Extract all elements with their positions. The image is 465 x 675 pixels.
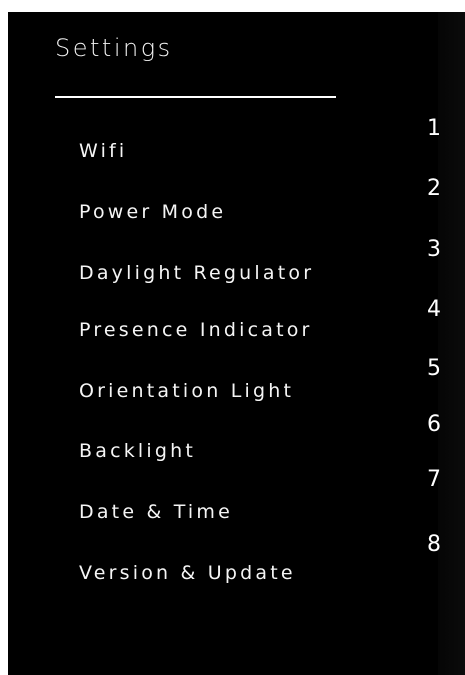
menu-item-date-time[interactable]: Date & Time — [79, 501, 233, 523]
index-label-6: 6 — [427, 412, 441, 437]
index-label-2: 2 — [427, 176, 441, 201]
menu-item-backlight[interactable]: Backlight — [79, 440, 196, 462]
index-label-3: 3 — [427, 237, 441, 262]
menu-item-daylight-regulator[interactable]: Daylight Regulator — [79, 262, 314, 284]
index-label-7: 7 — [427, 467, 441, 492]
menu-item-orientation-light[interactable]: Orientation Light — [79, 380, 294, 402]
menu-item-wifi[interactable]: Wifi — [79, 140, 127, 162]
index-label-4: 4 — [427, 297, 441, 322]
index-label-5: 5 — [427, 356, 441, 381]
menu-item-presence-indicator[interactable]: Presence Indicator — [79, 319, 313, 341]
settings-title: Settings — [55, 34, 173, 62]
menu-item-version-update[interactable]: Version & Update — [79, 562, 296, 584]
right-strip — [438, 12, 465, 675]
settings-screen: Settings Wifi Power Mode Daylight Regula… — [8, 12, 465, 675]
index-label-8: 8 — [427, 532, 441, 557]
title-divider — [55, 96, 336, 98]
index-label-1: 1 — [427, 116, 441, 141]
menu-item-power-mode[interactable]: Power Mode — [79, 201, 226, 223]
